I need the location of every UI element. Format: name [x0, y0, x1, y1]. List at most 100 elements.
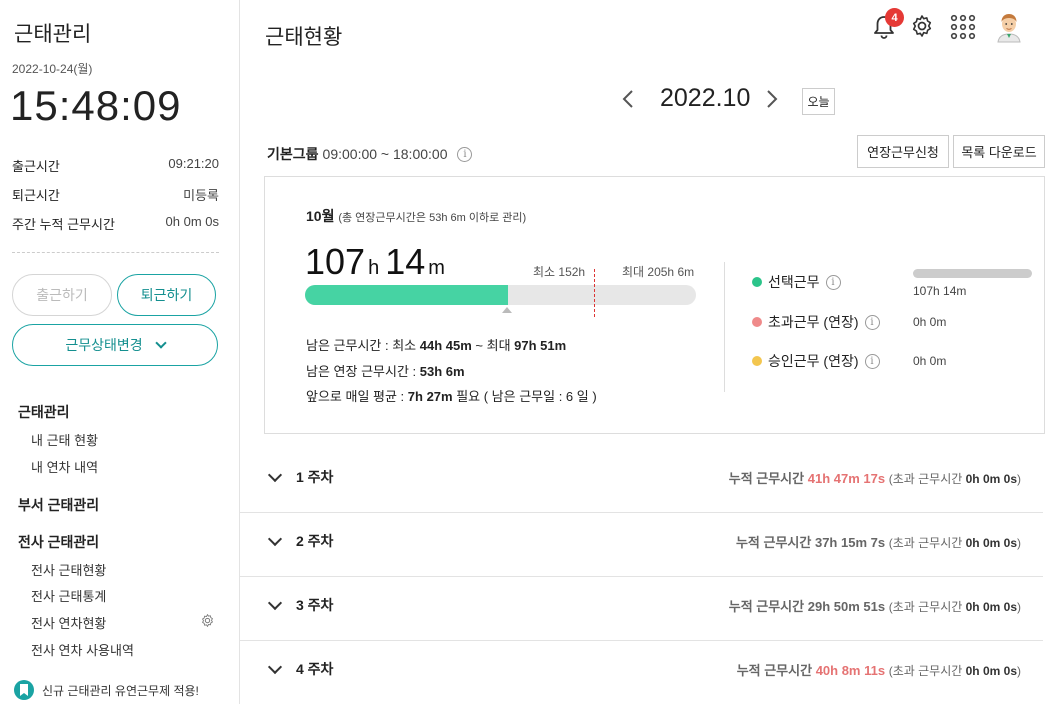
current-month: 2022.10: [660, 84, 751, 112]
daily-average-needed: 앞으로 매일 평균 : 7h 27m 필요 ( 남은 근무일 : 6 일 ): [306, 386, 597, 405]
nav-section-attendance[interactable]: 근태관리: [18, 402, 70, 422]
remaining-extended-hours: 남은 연장 근무시간 : 53h 6m: [306, 361, 465, 380]
week-over-suffix: ): [1017, 664, 1021, 678]
minimum-hours-label: 최소 152h: [533, 265, 586, 279]
nav-item-company-status[interactable]: 전사 근태현황: [31, 560, 106, 579]
nav-section-company[interactable]: 전사 근태관리: [18, 532, 99, 552]
check-in-time-label: 출근시간: [12, 159, 60, 174]
week-over-prefix: (초과 근무시간: [888, 536, 963, 550]
current-date: 2022-10-24(월): [12, 62, 93, 76]
week-prefix: 누적 근무시간: [728, 471, 805, 486]
remaining-work-hours: 남은 근무시간 : 최소 44h 45m ~ 최대 97h 51m: [306, 335, 566, 354]
today-button[interactable]: 오늘: [802, 88, 835, 115]
nav-item-company-stats[interactable]: 전사 근태통계: [31, 586, 106, 605]
week-label: 3 주차: [296, 597, 334, 613]
chevron-down-icon[interactable]: [267, 467, 283, 483]
legend-approved-work: 승인근무 (연장) i: [752, 351, 880, 371]
remaining-ext-prefix: 남은 연장 근무시간 :: [306, 364, 420, 379]
total-hours: 107: [305, 241, 366, 282]
week-prefix: 누적 근무시간: [728, 599, 805, 614]
sidebar-title: 근태관리: [14, 23, 92, 46]
week-over-value: 0h 0m 0s: [965, 472, 1017, 486]
download-list-button[interactable]: 목록 다운로드: [953, 135, 1045, 168]
info-icon[interactable]: i: [864, 314, 880, 330]
week-stats: 누적 근무시간 40h 8m 11s (초과 근무시간 0h 0m 0s): [737, 660, 1021, 679]
chevron-down-icon[interactable]: [267, 659, 283, 675]
nav-item-my-status[interactable]: 내 근태 현황: [31, 430, 98, 449]
weekly-hours-label: 주간 누적 근무시간: [12, 217, 115, 232]
leave-settings-gear-icon[interactable]: [200, 613, 215, 628]
check-out-time-row: 퇴근시간 미등록: [12, 185, 219, 204]
work-progress-fill: [305, 285, 509, 305]
info-icon[interactable]: i: [864, 353, 880, 369]
maximum-hours-label: 최대 205h 6m: [622, 265, 695, 279]
week-row[interactable]: 2 주차 누적 근무시간 37h 15m 7s (초과 근무시간 0h 0m 0…: [240, 513, 1043, 577]
legend-selective-work: 선택근무 i: [752, 272, 841, 292]
info-icon[interactable]: i: [825, 274, 841, 290]
week-total-time: 37h 15m 7s: [814, 535, 886, 550]
week-over-suffix: ): [1017, 472, 1021, 486]
chevron-down-icon[interactable]: [267, 531, 283, 547]
week-label: 4 주차: [296, 661, 334, 677]
week-row[interactable]: 3 주차 누적 근무시간 29h 50m 51s (초과 근무시간 0h 0m …: [240, 577, 1043, 641]
avatar[interactable]: [994, 11, 1024, 43]
week-stats: 누적 근무시간 37h 15m 7s (초과 근무시간 0h 0m 0s): [736, 532, 1021, 551]
chevron-down-icon: [154, 336, 167, 349]
apps-grid-icon[interactable]: [950, 14, 976, 40]
current-clock: 15:48:09: [10, 82, 182, 129]
legend-overtime: 초과근무 (연장) i: [752, 312, 880, 332]
week-row[interactable]: 1 주차 누적 근무시간 41h 47m 17s (초과 근무시간 0h 0m …: [240, 449, 1043, 513]
week-over-value: 0h 0m 0s: [965, 664, 1017, 678]
week-over-suffix: ): [1017, 600, 1021, 614]
page-title: 근태현황: [265, 26, 343, 49]
nav-item-my-leave[interactable]: 내 연차 내역: [31, 457, 98, 476]
week-over-value: 0h 0m 0s: [965, 536, 1017, 550]
nav-section-department[interactable]: 부서 근태관리: [18, 495, 99, 515]
legend-value: 0h 0m: [913, 354, 947, 368]
minimum-marker: [502, 307, 512, 313]
notice-banner[interactable]: 신규 근태관리 유연근무제 적용!: [14, 680, 199, 700]
average-suffix: 필요 ( 남은 근무일 : 6 일 ): [452, 389, 597, 404]
nav-item-company-leave-usage[interactable]: 전사 연차 사용내역: [31, 640, 134, 659]
check-in-time-row: 출근시간 09:21:20: [12, 156, 219, 175]
settings-gear-icon[interactable]: [910, 14, 934, 38]
check-out-button[interactable]: 퇴근하기: [117, 274, 216, 316]
remaining-mid: ~ 최대: [471, 338, 515, 353]
week-total-time: 41h 47m 17s: [807, 471, 886, 486]
extend-work-request-button[interactable]: 연장근무신청: [857, 135, 949, 168]
legend-dot: [752, 356, 762, 366]
summary-heading: 10월 (총 연장근무시간은 53h 6m 이하로 관리): [306, 206, 526, 226]
hours-unit: h: [368, 257, 380, 279]
remaining-max: 97h 51m: [514, 338, 567, 353]
remaining-prefix: 남은 근무시간 : 최소: [306, 338, 420, 353]
week-total-time: 40h 8m 11s: [815, 663, 886, 678]
legend-label: 초과근무 (연장): [768, 314, 859, 330]
week-row[interactable]: 4 주차 누적 근무시간 40h 8m 11s (초과 근무시간 0h 0m 0…: [240, 641, 1043, 704]
week-label: 1 주차: [296, 469, 334, 485]
check-out-time-label: 퇴근시간: [12, 188, 60, 203]
summary-note: (총 연장근무시간은 53h 6m 이하로 관리): [338, 212, 527, 224]
nav-item-company-leave[interactable]: 전사 연차현황: [31, 613, 106, 632]
legend-value: 107h 14m: [913, 284, 967, 298]
average-prefix: 앞으로 매일 평균 :: [306, 389, 408, 404]
weekly-hours-value: 0h 0m 0s: [165, 214, 219, 229]
total-minutes: 14: [385, 241, 426, 282]
check-in-button[interactable]: 출근하기: [12, 274, 112, 316]
week-label: 2 주차: [296, 533, 334, 549]
work-group-info: 기본그룹 09:00:00 ~ 18:00:00 i: [267, 144, 473, 164]
week-over-suffix: ): [1017, 536, 1021, 550]
app-root: 근태관리 2022-10-24(월) 15:48:09 출근시간 09:21:2…: [0, 0, 1048, 704]
work-group-name: 기본그룹: [267, 146, 319, 162]
summary-month: 10월: [306, 208, 335, 224]
sidebar-divider: [12, 252, 219, 253]
chevron-down-icon[interactable]: [267, 595, 283, 611]
week-total-time: 29h 50m 51s: [807, 599, 886, 614]
bookmark-icon: [14, 680, 34, 700]
legend-label: 승인근무 (연장): [768, 353, 859, 369]
next-month-button[interactable]: [766, 88, 778, 116]
monthly-summary-card: 10월 (총 연장근무시간은 53h 6m 이하로 관리) 107 h 14 m 최소…: [264, 176, 1045, 434]
week-over-prefix: (초과 근무시간: [888, 472, 963, 486]
status-change-button[interactable]: 근무상태변경: [12, 324, 218, 366]
previous-month-button[interactable]: [622, 88, 634, 116]
info-icon[interactable]: i: [457, 146, 473, 162]
